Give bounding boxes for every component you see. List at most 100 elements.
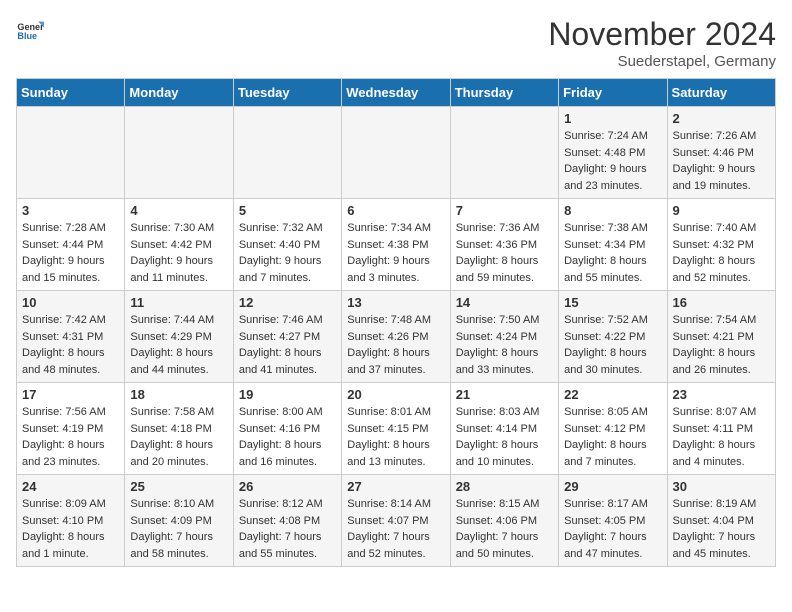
day-number: 7 xyxy=(456,203,553,218)
day-number: 15 xyxy=(564,295,661,310)
day-cell xyxy=(233,107,341,199)
day-number: 18 xyxy=(130,387,227,402)
title-area: November 2024 Suederstapel, Germany xyxy=(548,16,776,70)
day-cell: 18 Sunrise: 7:58 AM Sunset: 4:18 PM Dayli… xyxy=(125,383,233,475)
day-cell: 20 Sunrise: 8:01 AM Sunset: 4:15 PM Dayli… xyxy=(342,383,450,475)
day-cell: 2 Sunrise: 7:26 AM Sunset: 4:46 PM Daylig… xyxy=(667,107,775,199)
day-cell: 25 Sunrise: 8:10 AM Sunset: 4:09 PM Dayli… xyxy=(125,475,233,567)
day-cell: 30 Sunrise: 8:19 AM Sunset: 4:04 PM Dayli… xyxy=(667,475,775,567)
week-row-1: 3Sunrise: 7:28 AM Sunset: 4:44 PM Daylig… xyxy=(17,199,776,291)
day-info: Sunrise: 7:32 AM Sunset: 4:40 PM Dayligh… xyxy=(239,220,336,286)
day-info: Sunrise: 8:00 AM Sunset: 4:16 PM Dayligh… xyxy=(239,404,336,470)
day-number: 26 xyxy=(239,479,336,494)
day-cell: 17 Sunrise: 7:56 AM Sunset: 4:19 PM Dayli… xyxy=(17,383,125,475)
day-cell: 8 Sunrise: 7:38 AM Sunset: 4:34 PM Daylig… xyxy=(559,199,667,291)
day-info: Sunrise: 8:12 AM Sunset: 4:08 PM Dayligh… xyxy=(239,496,336,562)
day-number: 1 xyxy=(564,111,661,126)
day-cell: 29 Sunrise: 8:17 AM Sunset: 4:05 PM Dayli… xyxy=(559,475,667,567)
day-number: 12 xyxy=(239,295,336,310)
day-number: 8 xyxy=(564,203,661,218)
calendar-header-row: SundayMondayTuesdayWednesdayThursdayFrid… xyxy=(17,79,776,107)
day-number: 13 xyxy=(347,295,444,310)
day-number: 9 xyxy=(673,203,770,218)
day-number: 25 xyxy=(130,479,227,494)
day-number: 11 xyxy=(130,295,227,310)
day-cell: 19 Sunrise: 8:00 AM Sunset: 4:16 PM Dayli… xyxy=(233,383,341,475)
day-info: Sunrise: 8:17 AM Sunset: 4:05 PM Dayligh… xyxy=(564,496,661,562)
day-info: Sunrise: 8:19 AM Sunset: 4:04 PM Dayligh… xyxy=(673,496,770,562)
day-cell: 23Sunrise: 8:07 AM Sunset: 4:11 PM Dayli… xyxy=(667,383,775,475)
day-number: 29 xyxy=(564,479,661,494)
day-number: 5 xyxy=(239,203,336,218)
day-info: Sunrise: 8:05 AM Sunset: 4:12 PM Dayligh… xyxy=(564,404,661,470)
subtitle: Suederstapel, Germany xyxy=(548,53,776,70)
header-cell-friday: Friday xyxy=(559,79,667,107)
day-info: Sunrise: 7:42 AM Sunset: 4:31 PM Dayligh… xyxy=(22,312,119,378)
week-row-2: 10 Sunrise: 7:42 AM Sunset: 4:31 PM Dayli… xyxy=(17,291,776,383)
logo: General Blue xyxy=(16,16,44,44)
day-number: 21 xyxy=(456,387,553,402)
day-number: 20 xyxy=(347,387,444,402)
day-cell: 9 Sunrise: 7:40 AM Sunset: 4:32 PM Daylig… xyxy=(667,199,775,291)
day-info: Sunrise: 7:26 AM Sunset: 4:46 PM Dayligh… xyxy=(673,128,770,194)
day-cell xyxy=(17,107,125,199)
day-info: Sunrise: 8:01 AM Sunset: 4:15 PM Dayligh… xyxy=(347,404,444,470)
day-number: 22 xyxy=(564,387,661,402)
day-info: Sunrise: 7:56 AM Sunset: 4:19 PM Dayligh… xyxy=(22,404,119,470)
day-number: 30 xyxy=(673,479,770,494)
day-cell: 24Sunrise: 8:09 AM Sunset: 4:10 PM Dayli… xyxy=(17,475,125,567)
day-cell: 13 Sunrise: 7:48 AM Sunset: 4:26 PM Dayli… xyxy=(342,291,450,383)
day-cell xyxy=(342,107,450,199)
day-number: 4 xyxy=(130,203,227,218)
svg-text:Blue: Blue xyxy=(17,31,37,41)
day-cell: 14 Sunrise: 7:50 AM Sunset: 4:24 PM Dayli… xyxy=(450,291,558,383)
day-info: Sunrise: 8:15 AM Sunset: 4:06 PM Dayligh… xyxy=(456,496,553,562)
day-number: 19 xyxy=(239,387,336,402)
day-number: 2 xyxy=(673,111,770,126)
day-info: Sunrise: 7:48 AM Sunset: 4:26 PM Dayligh… xyxy=(347,312,444,378)
header-cell-tuesday: Tuesday xyxy=(233,79,341,107)
week-row-4: 24Sunrise: 8:09 AM Sunset: 4:10 PM Dayli… xyxy=(17,475,776,567)
week-row-3: 17 Sunrise: 7:56 AM Sunset: 4:19 PM Dayli… xyxy=(17,383,776,475)
day-cell: 16Sunrise: 7:54 AM Sunset: 4:21 PM Dayli… xyxy=(667,291,775,383)
day-number: 17 xyxy=(22,387,119,402)
day-info: Sunrise: 7:40 AM Sunset: 4:32 PM Dayligh… xyxy=(673,220,770,286)
day-cell: 15 Sunrise: 7:52 AM Sunset: 4:22 PM Dayli… xyxy=(559,291,667,383)
day-cell: 28 Sunrise: 8:15 AM Sunset: 4:06 PM Dayli… xyxy=(450,475,558,567)
header-cell-monday: Monday xyxy=(125,79,233,107)
header-cell-wednesday: Wednesday xyxy=(342,79,450,107)
day-number: 14 xyxy=(456,295,553,310)
day-info: Sunrise: 7:30 AM Sunset: 4:42 PM Dayligh… xyxy=(130,220,227,286)
day-number: 28 xyxy=(456,479,553,494)
day-number: 27 xyxy=(347,479,444,494)
day-cell: 11 Sunrise: 7:44 AM Sunset: 4:29 PM Dayli… xyxy=(125,291,233,383)
day-info: Sunrise: 7:58 AM Sunset: 4:18 PM Dayligh… xyxy=(130,404,227,470)
day-cell: 5 Sunrise: 7:32 AM Sunset: 4:40 PM Daylig… xyxy=(233,199,341,291)
calendar-body: 1 Sunrise: 7:24 AM Sunset: 4:48 PM Daylig… xyxy=(17,107,776,567)
day-cell: 27Sunrise: 8:14 AM Sunset: 4:07 PM Dayli… xyxy=(342,475,450,567)
day-info: Sunrise: 7:54 AM Sunset: 4:21 PM Dayligh… xyxy=(673,312,770,378)
day-cell xyxy=(125,107,233,199)
month-title: November 2024 xyxy=(548,16,776,53)
day-info: Sunrise: 7:38 AM Sunset: 4:34 PM Dayligh… xyxy=(564,220,661,286)
day-info: Sunrise: 7:24 AM Sunset: 4:48 PM Dayligh… xyxy=(564,128,661,194)
day-info: Sunrise: 8:09 AM Sunset: 4:10 PM Dayligh… xyxy=(22,496,119,562)
day-info: Sunrise: 7:52 AM Sunset: 4:22 PM Dayligh… xyxy=(564,312,661,378)
day-cell: 3Sunrise: 7:28 AM Sunset: 4:44 PM Daylig… xyxy=(17,199,125,291)
header-cell-saturday: Saturday xyxy=(667,79,775,107)
day-info: Sunrise: 7:44 AM Sunset: 4:29 PM Dayligh… xyxy=(130,312,227,378)
day-number: 10 xyxy=(22,295,119,310)
day-number: 3 xyxy=(22,203,119,218)
day-info: Sunrise: 7:50 AM Sunset: 4:24 PM Dayligh… xyxy=(456,312,553,378)
day-info: Sunrise: 8:10 AM Sunset: 4:09 PM Dayligh… xyxy=(130,496,227,562)
day-info: Sunrise: 7:36 AM Sunset: 4:36 PM Dayligh… xyxy=(456,220,553,286)
day-cell: 4 Sunrise: 7:30 AM Sunset: 4:42 PM Daylig… xyxy=(125,199,233,291)
day-number: 6 xyxy=(347,203,444,218)
header: General Blue November 2024 Suederstapel,… xyxy=(16,16,776,70)
day-cell: 22 Sunrise: 8:05 AM Sunset: 4:12 PM Dayli… xyxy=(559,383,667,475)
day-info: Sunrise: 8:03 AM Sunset: 4:14 PM Dayligh… xyxy=(456,404,553,470)
day-cell: 7 Sunrise: 7:36 AM Sunset: 4:36 PM Daylig… xyxy=(450,199,558,291)
day-cell: 10 Sunrise: 7:42 AM Sunset: 4:31 PM Dayli… xyxy=(17,291,125,383)
day-cell: 26 Sunrise: 8:12 AM Sunset: 4:08 PM Dayli… xyxy=(233,475,341,567)
day-cell: 1 Sunrise: 7:24 AM Sunset: 4:48 PM Daylig… xyxy=(559,107,667,199)
